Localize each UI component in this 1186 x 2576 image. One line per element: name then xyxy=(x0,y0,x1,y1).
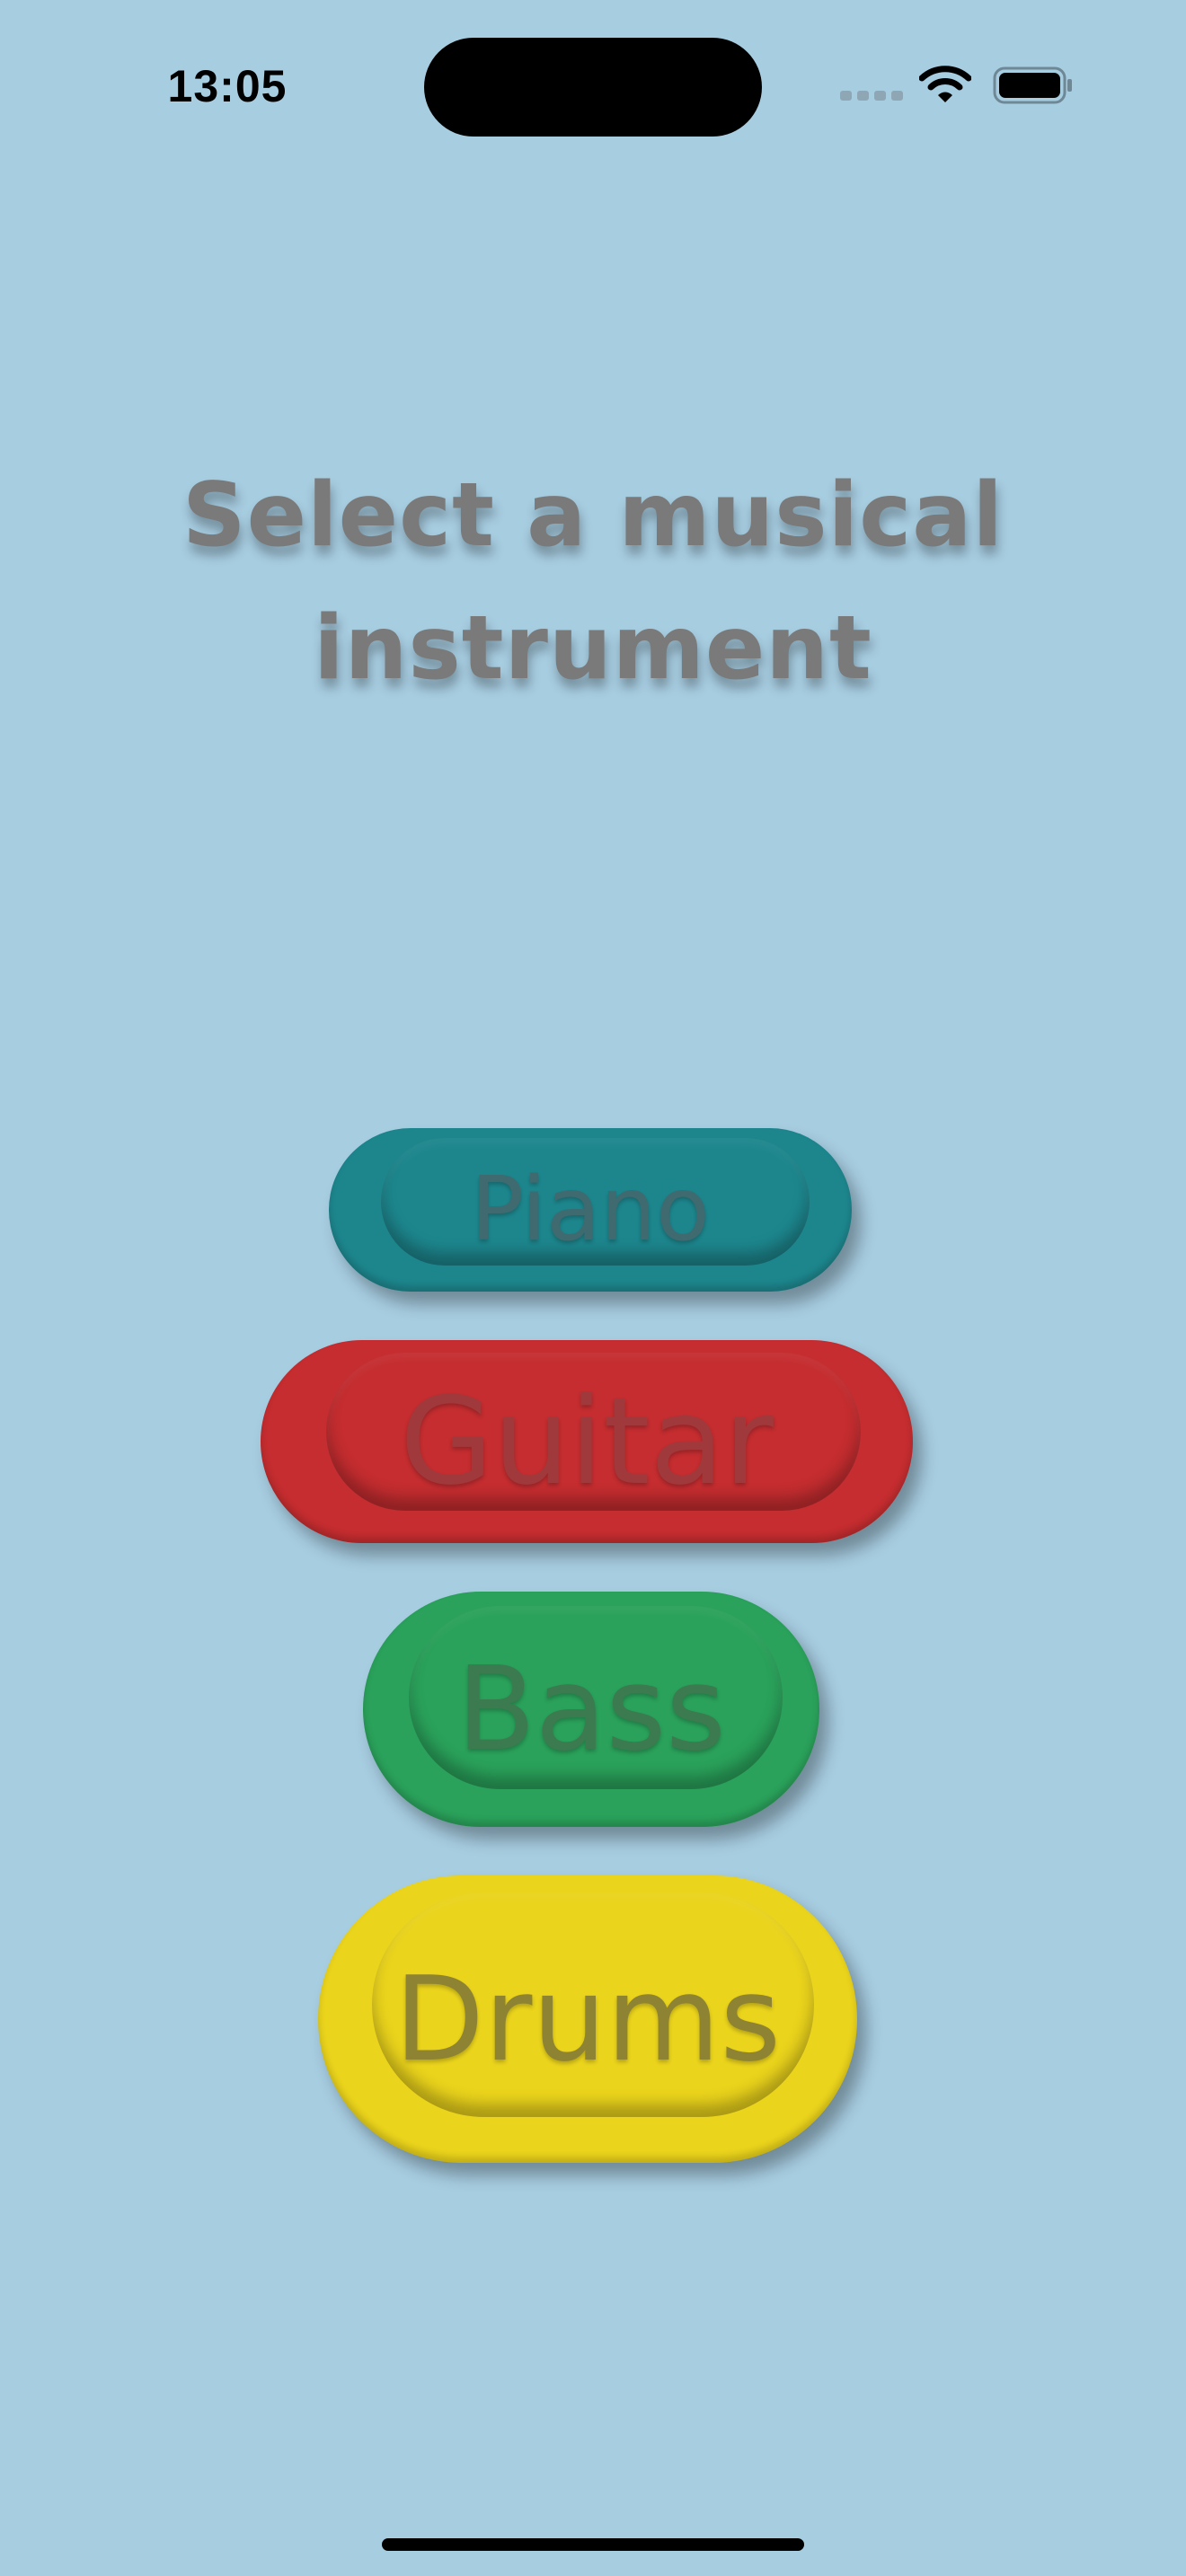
bass-button[interactable]: Bass xyxy=(363,1592,819,1827)
drums-button[interactable]: Drums xyxy=(318,1875,857,2163)
piano-button[interactable]: Piano xyxy=(329,1128,852,1292)
cellular-signal-icon xyxy=(840,91,903,103)
dynamic-island xyxy=(424,38,762,137)
home-indicator[interactable] xyxy=(382,2538,804,2551)
piano-button-label: Piano xyxy=(470,1159,711,1261)
guitar-button-label: Guitar xyxy=(400,1372,774,1512)
battery-icon xyxy=(993,66,1072,104)
drums-button-label: Drums xyxy=(394,1951,782,2087)
status-time: 13:05 xyxy=(167,61,288,111)
page-title: Select a musical instrument xyxy=(181,464,1005,700)
wifi-icon xyxy=(919,66,971,102)
guitar-button[interactable]: Guitar xyxy=(261,1340,913,1543)
bass-button-label: Bass xyxy=(456,1642,726,1777)
